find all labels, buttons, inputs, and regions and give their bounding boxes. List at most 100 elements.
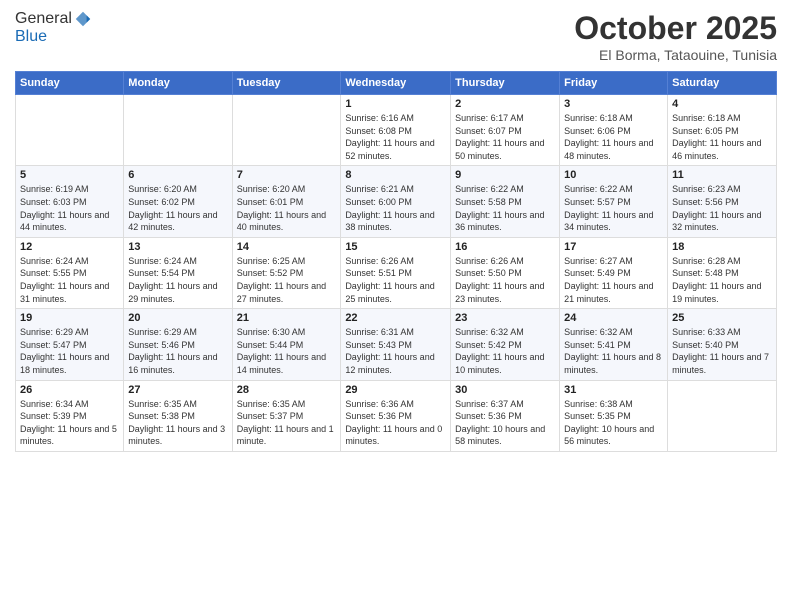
- day-info: Sunrise: 6:17 AMSunset: 6:07 PMDaylight:…: [455, 112, 555, 162]
- day-number: 4: [672, 98, 772, 110]
- day-info: Sunrise: 6:34 AMSunset: 5:39 PMDaylight:…: [20, 398, 119, 448]
- calendar-week-row: 19Sunrise: 6:29 AMSunset: 5:47 PMDayligh…: [16, 309, 777, 380]
- day-info: Sunrise: 6:29 AMSunset: 5:46 PMDaylight:…: [128, 326, 227, 376]
- day-number: 10: [564, 169, 663, 181]
- calendar-week-row: 5 Sunrise: 6:19 AMSunset: 6:03 PMDaylight…: [16, 166, 777, 237]
- calendar-cell: 27 Sunrise: 6:35 AMSunset: 5:38 PMDayligh…: [124, 380, 232, 451]
- calendar-cell: 18 Sunrise: 6:28 AMSunset: 5:48 PMDayligh…: [668, 237, 777, 308]
- calendar-cell: 24 Sunrise: 6:32 AMSunset: 5:41 PMDayligh…: [560, 309, 668, 380]
- day-info: Sunrise: 6:26 AMSunset: 5:51 PMDaylight:…: [345, 255, 446, 305]
- day-of-week-header: Friday: [560, 72, 668, 95]
- day-number: 2: [455, 98, 555, 110]
- month-title: October 2025: [574, 10, 777, 47]
- day-info: Sunrise: 6:20 AMSunset: 6:01 PMDaylight:…: [237, 183, 337, 233]
- location-text: El Borma, Tataouine, Tunisia: [574, 47, 777, 63]
- day-number: 27: [128, 384, 227, 396]
- calendar-cell: [232, 95, 341, 166]
- title-block: October 2025 El Borma, Tataouine, Tunisi…: [574, 10, 777, 63]
- day-of-week-header: Sunday: [16, 72, 124, 95]
- calendar-cell: 10 Sunrise: 6:22 AMSunset: 5:57 PMDayligh…: [560, 166, 668, 237]
- calendar-cell: 12Sunrise: 6:24 AMSunset: 5:55 PMDayligh…: [16, 237, 124, 308]
- calendar-cell: 19Sunrise: 6:29 AMSunset: 5:47 PMDayligh…: [16, 309, 124, 380]
- day-number: 26: [20, 384, 119, 396]
- calendar-cell: 7Sunrise: 6:20 AMSunset: 6:01 PMDaylight…: [232, 166, 341, 237]
- day-info: Sunrise: 6:19 AMSunset: 6:03 PMDaylight:…: [20, 183, 119, 233]
- day-number: 16: [455, 241, 555, 253]
- day-of-week-header: Saturday: [668, 72, 777, 95]
- day-info: Sunrise: 6:25 AMSunset: 5:52 PMDaylight:…: [237, 255, 337, 305]
- calendar-cell: 16 Sunrise: 6:26 AMSunset: 5:50 PMDayligh…: [451, 237, 560, 308]
- calendar-cell: 25 Sunrise: 6:33 AMSunset: 5:40 PMDayligh…: [668, 309, 777, 380]
- calendar-cell: 20 Sunrise: 6:29 AMSunset: 5:46 PMDayligh…: [124, 309, 232, 380]
- calendar-cell: 13Sunrise: 6:24 AMSunset: 5:54 PMDayligh…: [124, 237, 232, 308]
- day-of-week-header: Monday: [124, 72, 232, 95]
- day-info: Sunrise: 6:18 AMSunset: 6:06 PMDaylight:…: [564, 112, 663, 162]
- day-number: 31: [564, 384, 663, 396]
- calendar-table: SundayMondayTuesdayWednesdayThursdayFrid…: [15, 71, 777, 452]
- day-info: Sunrise: 6:28 AMSunset: 5:48 PMDaylight:…: [672, 255, 772, 305]
- calendar-cell: 2 Sunrise: 6:17 AMSunset: 6:07 PMDaylight…: [451, 95, 560, 166]
- day-number: 24: [564, 312, 663, 324]
- day-number: 6: [128, 169, 227, 181]
- day-number: 17: [564, 241, 663, 253]
- calendar-header-row: SundayMondayTuesdayWednesdayThursdayFrid…: [16, 72, 777, 95]
- logo: General Blue: [15, 10, 92, 46]
- header: General Blue October 2025 El Borma, Tata…: [15, 10, 777, 63]
- day-number: 11: [672, 169, 772, 181]
- calendar-cell: 6 Sunrise: 6:20 AMSunset: 6:02 PMDaylight…: [124, 166, 232, 237]
- day-info: Sunrise: 6:26 AMSunset: 5:50 PMDaylight:…: [455, 255, 555, 305]
- calendar-cell: 9 Sunrise: 6:22 AMSunset: 5:58 PMDaylight…: [451, 166, 560, 237]
- calendar-cell: 11 Sunrise: 6:23 AMSunset: 5:56 PMDayligh…: [668, 166, 777, 237]
- calendar-cell: 26 Sunrise: 6:34 AMSunset: 5:39 PMDayligh…: [16, 380, 124, 451]
- day-number: 23: [455, 312, 555, 324]
- day-info: Sunrise: 6:21 AMSunset: 6:00 PMDaylight:…: [345, 183, 446, 233]
- calendar-cell: 8 Sunrise: 6:21 AMSunset: 6:00 PMDaylight…: [341, 166, 451, 237]
- day-number: 13: [128, 241, 227, 253]
- day-info: Sunrise: 6:22 AMSunset: 5:57 PMDaylight:…: [564, 183, 663, 233]
- calendar-cell: 23 Sunrise: 6:32 AMSunset: 5:42 PMDayligh…: [451, 309, 560, 380]
- calendar-cell: 28 Sunrise: 6:35 AMSunset: 5:37 PMDayligh…: [232, 380, 341, 451]
- calendar-cell: 15Sunrise: 6:26 AMSunset: 5:51 PMDayligh…: [341, 237, 451, 308]
- calendar-cell: 31 Sunrise: 6:38 AMSunset: 5:35 PMDayligh…: [560, 380, 668, 451]
- calendar-cell: [668, 380, 777, 451]
- calendar-cell: 5 Sunrise: 6:19 AMSunset: 6:03 PMDaylight…: [16, 166, 124, 237]
- day-of-week-header: Tuesday: [232, 72, 341, 95]
- day-of-week-header: Wednesday: [341, 72, 451, 95]
- day-number: 18: [672, 241, 772, 253]
- day-number: 5: [20, 169, 119, 181]
- calendar-cell: 22Sunrise: 6:31 AMSunset: 5:43 PMDayligh…: [341, 309, 451, 380]
- calendar-cell: 30 Sunrise: 6:37 AMSunset: 5:36 PMDayligh…: [451, 380, 560, 451]
- day-number: 14: [237, 241, 337, 253]
- day-info: Sunrise: 6:18 AMSunset: 6:05 PMDaylight:…: [672, 112, 772, 162]
- day-info: Sunrise: 6:37 AMSunset: 5:36 PMDaylight:…: [455, 398, 555, 448]
- day-info: Sunrise: 6:35 AMSunset: 5:38 PMDaylight:…: [128, 398, 227, 448]
- day-info: Sunrise: 6:22 AMSunset: 5:58 PMDaylight:…: [455, 183, 555, 233]
- day-info: Sunrise: 6:32 AMSunset: 5:41 PMDaylight:…: [564, 326, 663, 376]
- day-info: Sunrise: 6:30 AMSunset: 5:44 PMDaylight:…: [237, 326, 337, 376]
- calendar-cell: 4 Sunrise: 6:18 AMSunset: 6:05 PMDaylight…: [668, 95, 777, 166]
- day-number: 20: [128, 312, 227, 324]
- day-number: 1: [345, 98, 446, 110]
- day-number: 9: [455, 169, 555, 181]
- day-info: Sunrise: 6:32 AMSunset: 5:42 PMDaylight:…: [455, 326, 555, 376]
- calendar-cell: 14 Sunrise: 6:25 AMSunset: 5:52 PMDayligh…: [232, 237, 341, 308]
- calendar-cell: 29Sunrise: 6:36 AMSunset: 5:36 PMDayligh…: [341, 380, 451, 451]
- logo-general-text: General: [15, 10, 72, 28]
- day-info: Sunrise: 6:20 AMSunset: 6:02 PMDaylight:…: [128, 183, 227, 233]
- day-info: Sunrise: 6:23 AMSunset: 5:56 PMDaylight:…: [672, 183, 772, 233]
- day-info: Sunrise: 6:35 AMSunset: 5:37 PMDaylight:…: [237, 398, 337, 448]
- day-number: 25: [672, 312, 772, 324]
- day-of-week-header: Thursday: [451, 72, 560, 95]
- day-info: Sunrise: 6:24 AMSunset: 5:55 PMDaylight:…: [20, 255, 119, 305]
- calendar-cell: 3Sunrise: 6:18 AMSunset: 6:06 PMDaylight…: [560, 95, 668, 166]
- day-info: Sunrise: 6:33 AMSunset: 5:40 PMDaylight:…: [672, 326, 772, 376]
- day-number: 28: [237, 384, 337, 396]
- day-number: 21: [237, 312, 337, 324]
- calendar-week-row: 12Sunrise: 6:24 AMSunset: 5:55 PMDayligh…: [16, 237, 777, 308]
- calendar-cell: 21 Sunrise: 6:30 AMSunset: 5:44 PMDayligh…: [232, 309, 341, 380]
- day-info: Sunrise: 6:38 AMSunset: 5:35 PMDaylight:…: [564, 398, 663, 448]
- day-number: 30: [455, 384, 555, 396]
- day-info: Sunrise: 6:31 AMSunset: 5:43 PMDaylight:…: [345, 326, 446, 376]
- day-info: Sunrise: 6:36 AMSunset: 5:36 PMDaylight:…: [345, 398, 446, 448]
- day-number: 8: [345, 169, 446, 181]
